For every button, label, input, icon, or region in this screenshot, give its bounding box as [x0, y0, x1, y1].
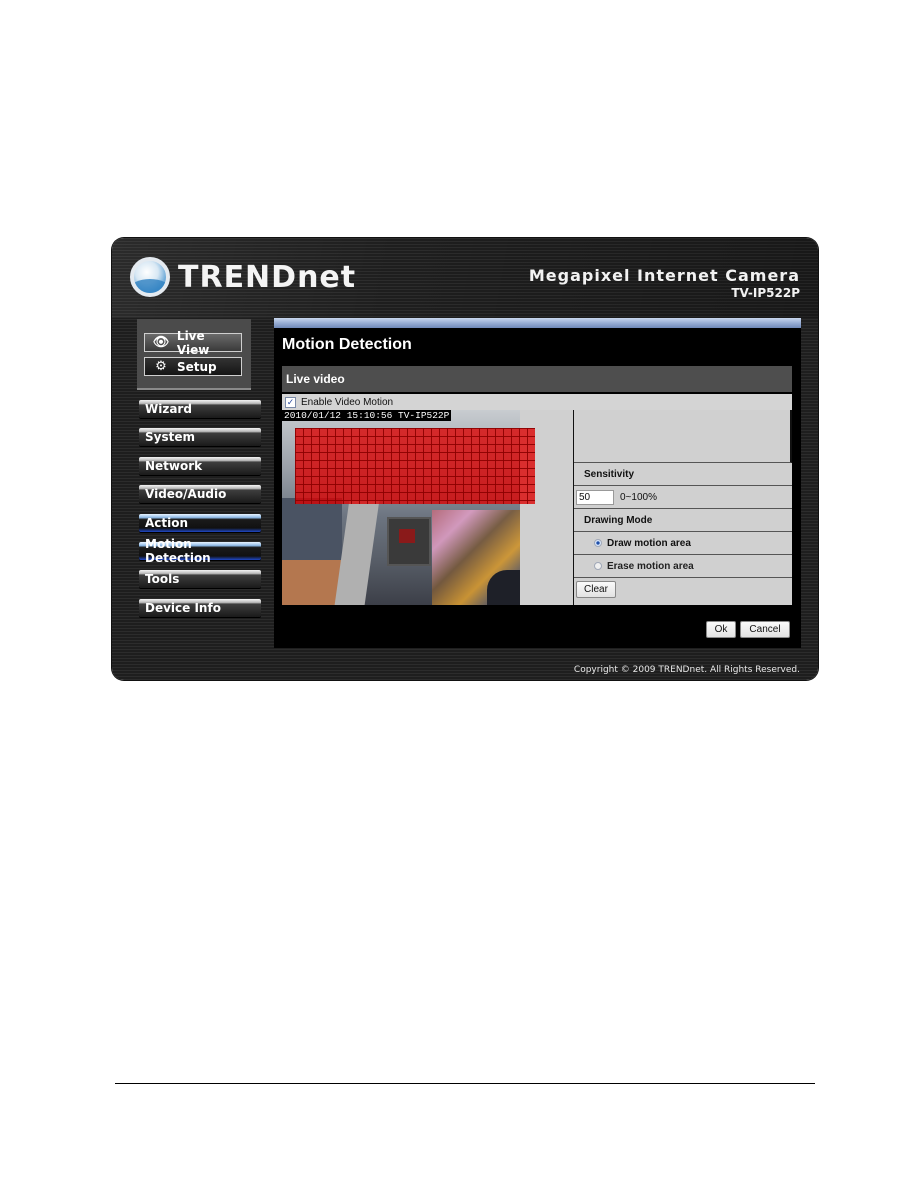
- top-nav: 👁 Live View ⚙ Setup: [137, 319, 251, 390]
- video-scene-monitor: [387, 517, 431, 566]
- trendnet-globe-icon: [130, 257, 170, 297]
- cancel-button[interactable]: Cancel: [740, 621, 790, 638]
- sensitivity-row: 50 0~100%: [574, 486, 792, 509]
- setup-label: Setup: [177, 359, 217, 374]
- sidebar-item-network[interactable]: Network: [139, 456, 261, 475]
- product-model: TV-IP522P: [731, 286, 800, 300]
- sensitivity-input[interactable]: 50: [576, 489, 614, 505]
- trendnet-logo: TRENDnet: [130, 254, 356, 300]
- sidebar-item-action[interactable]: Action: [139, 513, 261, 532]
- motion-settings-panel: Sensitivity 50 0~100% Drawing Mode Draw …: [574, 410, 792, 605]
- sidebar-item-wizard[interactable]: Wizard: [139, 400, 261, 418]
- product-name: Megapixel Internet Camera: [528, 266, 800, 285]
- clear-button[interactable]: Clear: [576, 581, 616, 598]
- live-view-label: Live View: [176, 328, 210, 357]
- enable-video-motion-checkbox[interactable]: ✓: [285, 396, 296, 408]
- content-panel: Motion Detection Live video ✓ Enable Vid…: [274, 318, 801, 648]
- camera-web-ui: TRENDnet Megapixel Internet Camera TV-IP…: [112, 238, 818, 680]
- video-divider: [540, 410, 574, 605]
- setup-button[interactable]: ⚙ Setup: [144, 357, 242, 376]
- sidebar-item-tools[interactable]: Tools: [139, 570, 261, 589]
- sidebar-item-video-audio[interactable]: Video/Audio: [139, 485, 261, 504]
- erase-motion-area-radio[interactable]: [594, 562, 602, 570]
- clear-row: Clear: [574, 578, 792, 601]
- draw-motion-area-option[interactable]: Draw motion area: [574, 532, 792, 555]
- draw-motion-area-label: Draw motion area: [607, 537, 691, 549]
- sidebar-item-device-info[interactable]: Device Info: [139, 598, 261, 617]
- erase-motion-area-option[interactable]: Erase motion area: [574, 555, 792, 578]
- erase-motion-area-label: Erase motion area: [607, 560, 694, 572]
- gears-icon: ⚙: [155, 359, 167, 374]
- page-title: Motion Detection: [282, 336, 412, 353]
- video-timestamp: 2010/01/12 15:10:56 TV-IP522P: [282, 410, 452, 421]
- logo-text: TRENDnet: [178, 259, 357, 295]
- drawing-mode-label: Drawing Mode: [574, 509, 792, 532]
- sidebar-item-system[interactable]: System: [139, 428, 261, 447]
- ok-button[interactable]: Ok: [706, 621, 736, 638]
- eye-icon: 👁: [152, 335, 170, 350]
- live-video-feed[interactable]: 2010/01/12 15:10:56 TV-IP522P: [282, 410, 540, 605]
- content-accent-bar: [274, 318, 801, 328]
- sidebar-menu: Wizard System Network Video/Audio Action…: [139, 400, 261, 627]
- sensitivity-label: Sensitivity: [574, 463, 792, 486]
- sensitivity-range: 0~100%: [620, 491, 657, 503]
- video-scene-desk: [282, 560, 342, 605]
- settings-blank-area: [574, 410, 792, 463]
- draw-motion-area-radio[interactable]: [594, 539, 602, 547]
- sidebar-item-motion-detection[interactable]: Motion Detection: [139, 537, 261, 565]
- enable-video-motion-label: Enable Video Motion: [301, 396, 394, 408]
- section-header-live-video: Live video: [282, 366, 792, 392]
- live-view-button[interactable]: 👁 Live View: [144, 329, 242, 357]
- copyright-text: Copyright © 2009 TRENDnet. All Rights Re…: [573, 665, 800, 675]
- motion-area-grid[interactable]: [295, 428, 535, 504]
- product-info: Megapixel Internet Camera TV-IP522P: [529, 266, 800, 300]
- enable-video-motion-row: ✓ Enable Video Motion: [282, 394, 792, 410]
- page-divider-line: [115, 1083, 815, 1084]
